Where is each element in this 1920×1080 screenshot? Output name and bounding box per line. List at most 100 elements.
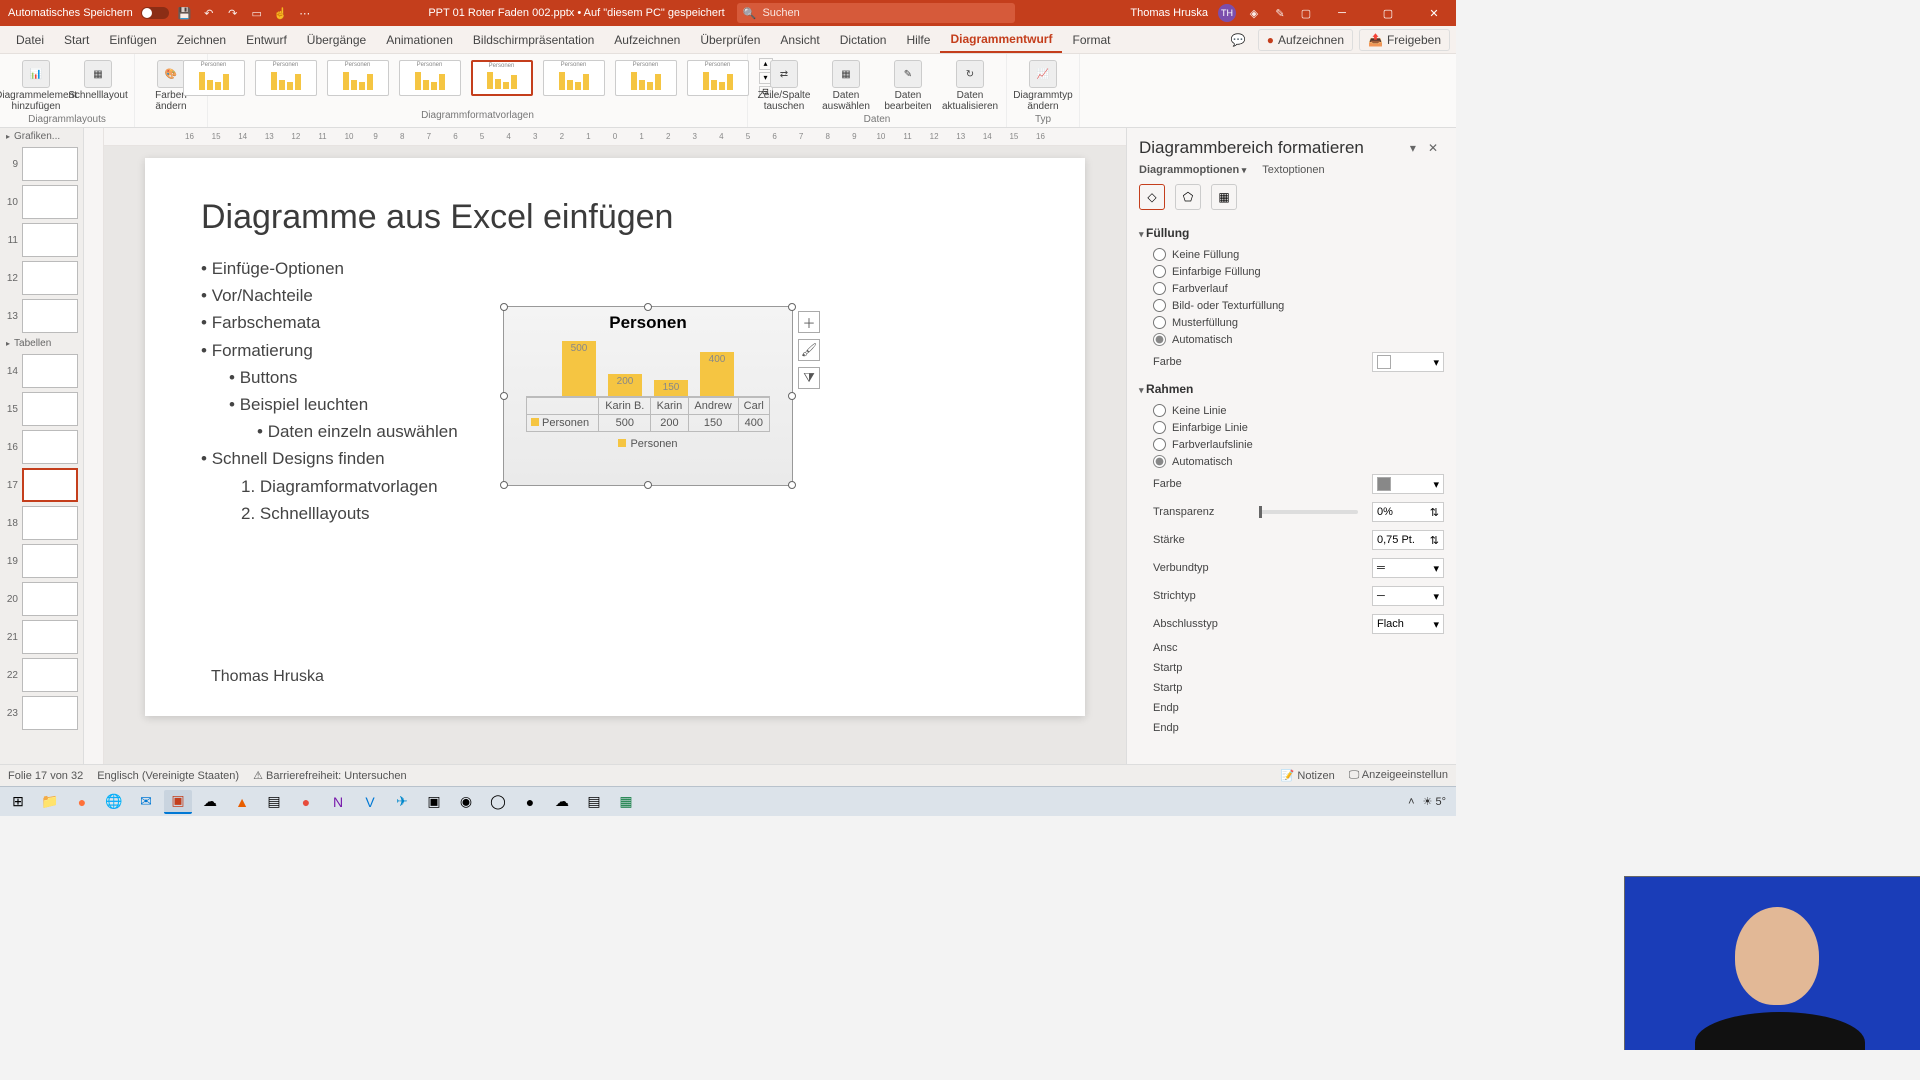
slide-canvas[interactable]: Diagramme aus Excel einfügen Einfüge-Opt… (104, 146, 1126, 764)
resize-handle[interactable] (500, 303, 508, 311)
tab-zeichnen[interactable]: Zeichnen (167, 26, 236, 53)
resize-handle[interactable] (644, 303, 652, 311)
swap-row-col-button[interactable]: ⇄Zeile/Spalte tauschen (756, 58, 812, 114)
chart-styles-gallery[interactable]: ▴ ▾ ⊟ (181, 58, 775, 110)
refresh-data-button[interactable]: ↻Daten aktualisieren (942, 58, 998, 114)
accessibility-status[interactable]: ⚠ Barrierefreiheit: Untersuchen (253, 769, 407, 782)
section-border[interactable]: Rahmen (1135, 376, 1448, 402)
resize-handle[interactable] (788, 303, 796, 311)
slide-thumb-23[interactable]: 23 (0, 694, 83, 732)
task-vlc[interactable]: ▲ (228, 790, 256, 814)
border-auto[interactable]: Automatisch (1135, 453, 1448, 470)
autosave-toggle[interactable] (141, 7, 169, 19)
slide-thumb-21[interactable]: 21 (0, 618, 83, 656)
touch-icon[interactable]: ☝ (273, 5, 289, 21)
weather-widget[interactable]: ☀ 5° (1423, 795, 1446, 808)
resize-handle[interactable] (500, 392, 508, 400)
change-chart-type-button[interactable]: 📈Diagrammtyp ändern (1015, 58, 1071, 114)
task-app7[interactable]: ● (516, 790, 544, 814)
task-powerpoint[interactable]: ▣ (164, 790, 192, 814)
edit-data-button[interactable]: ✎Daten bearbeiten (880, 58, 936, 114)
start-button[interactable]: ⊞ (4, 790, 32, 814)
task-outlook[interactable]: ✉ (132, 790, 160, 814)
tab-bildschirm[interactable]: Bildschirmpräsentation (463, 26, 604, 53)
section-fill[interactable]: Füllung (1135, 220, 1448, 246)
resize-handle[interactable] (644, 481, 652, 489)
compound-type-picker[interactable]: ═▾ (1372, 558, 1444, 578)
tray-up-icon[interactable]: ˄ (1408, 796, 1414, 808)
border-gradient[interactable]: Farbverlaufslinie (1135, 436, 1448, 453)
search-box[interactable]: 🔍 Suchen (737, 3, 1015, 23)
fill-solid[interactable]: Einfarbige Füllung (1135, 263, 1448, 280)
tab-animationen[interactable]: Animationen (376, 26, 463, 53)
chart-filter-button[interactable]: ⧩ (798, 367, 820, 389)
border-width-input[interactable]: 0,75 Pt.⇅ (1372, 530, 1444, 550)
fill-picture[interactable]: Bild- oder Texturfüllung (1135, 297, 1448, 314)
dash-type-picker[interactable]: ─▾ (1372, 586, 1444, 606)
slide-title[interactable]: Diagramme aus Excel einfügen (201, 198, 1029, 237)
select-data-button[interactable]: ▦Daten auswählen (818, 58, 874, 114)
quick-layout-button[interactable]: ▦Schnelllayout (70, 58, 126, 103)
close-button[interactable]: ✕ (1416, 0, 1452, 26)
tab-diagram-options[interactable]: Diagrammoptionen (1139, 164, 1246, 176)
chart-styles-button[interactable]: 🖌 (798, 339, 820, 361)
border-solid[interactable]: Einfarbige Linie (1135, 419, 1448, 436)
record-button[interactable]: ●Aufzeichnen (1258, 29, 1353, 51)
resize-handle[interactable] (788, 392, 796, 400)
task-telegram[interactable]: ✈ (388, 790, 416, 814)
cap-type-picker[interactable]: Flach▾ (1372, 614, 1444, 634)
slide-thumb-10[interactable]: 10 (0, 183, 83, 221)
task-obs[interactable]: ◯ (484, 790, 512, 814)
present-icon[interactable]: ▭ (249, 5, 265, 21)
tab-ueberpruefen[interactable]: Überprüfen (690, 26, 770, 53)
fill-gradient[interactable]: Farbverlauf (1135, 280, 1448, 297)
ribbon-display-icon[interactable]: ▢ (1298, 5, 1314, 21)
notes-toggle[interactable]: 📝 Notizen (1281, 769, 1335, 782)
resize-handle[interactable] (500, 481, 508, 489)
tab-uebergaenge[interactable]: Übergänge (297, 26, 376, 53)
slide-thumb-9[interactable]: 9 (0, 145, 83, 183)
tab-hilfe[interactable]: Hilfe (896, 26, 940, 53)
share-button[interactable]: 📤Freigeben (1359, 29, 1450, 51)
pen-icon[interactable]: ✎ (1272, 5, 1288, 21)
chart-elements-button[interactable]: ＋ (798, 311, 820, 333)
task-firefox[interactable]: ● (68, 790, 96, 814)
border-color-picker[interactable]: ▾ (1372, 474, 1444, 494)
tab-diagrammentwurf[interactable]: Diagrammentwurf (940, 26, 1062, 53)
undo-icon[interactable]: ↶ (201, 5, 217, 21)
task-app1[interactable]: ☁ (196, 790, 224, 814)
slide-thumb-18[interactable]: 18 (0, 504, 83, 542)
slide-thumb-11[interactable]: 11 (0, 221, 83, 259)
fill-auto[interactable]: Automatisch (1135, 331, 1448, 348)
resize-handle[interactable] (788, 481, 796, 489)
task-app8[interactable]: ☁ (548, 790, 576, 814)
tab-datei[interactable]: Datei (6, 26, 54, 53)
task-explorer[interactable]: 📁 (36, 790, 64, 814)
slide-counter[interactable]: Folie 17 von 32 (8, 770, 83, 782)
slide-thumb-19[interactable]: 19 (0, 542, 83, 580)
save-icon[interactable]: 💾 (177, 5, 193, 21)
tab-ansicht[interactable]: Ansicht (770, 26, 829, 53)
minimize-button[interactable]: ─ (1324, 0, 1360, 26)
task-app9[interactable]: ▤ (580, 790, 608, 814)
slide-thumb-12[interactable]: 12 (0, 259, 83, 297)
user-name[interactable]: Thomas Hruska (1130, 7, 1208, 19)
language-status[interactable]: Englisch (Vereinigte Staaten) (97, 770, 239, 782)
slide-thumb-17[interactable]: 17 (0, 466, 83, 504)
slide-thumb-16[interactable]: 16 (0, 428, 83, 466)
slide-thumb-14[interactable]: 14 (0, 352, 83, 390)
slide[interactable]: Diagramme aus Excel einfügen Einfüge-Opt… (145, 158, 1085, 716)
redo-icon[interactable]: ↷ (225, 5, 241, 21)
task-app3[interactable]: ▤ (260, 790, 288, 814)
transparency-input[interactable]: 0%⇅ (1372, 502, 1444, 522)
effects-tab-icon[interactable]: ⬠ (1175, 184, 1201, 210)
pane-close-icon[interactable]: ✕ (1422, 139, 1444, 157)
maximize-button[interactable]: ▢ (1370, 0, 1406, 26)
slide-thumb-13[interactable]: 13 (0, 297, 83, 335)
tab-format[interactable]: Format (1062, 26, 1120, 53)
task-app4[interactable]: ● (292, 790, 320, 814)
fill-pattern[interactable]: Musterfüllung (1135, 314, 1448, 331)
tab-dictation[interactable]: Dictation (830, 26, 897, 53)
tab-text-options[interactable]: Textoptionen (1262, 164, 1324, 176)
border-none[interactable]: Keine Linie (1135, 402, 1448, 419)
